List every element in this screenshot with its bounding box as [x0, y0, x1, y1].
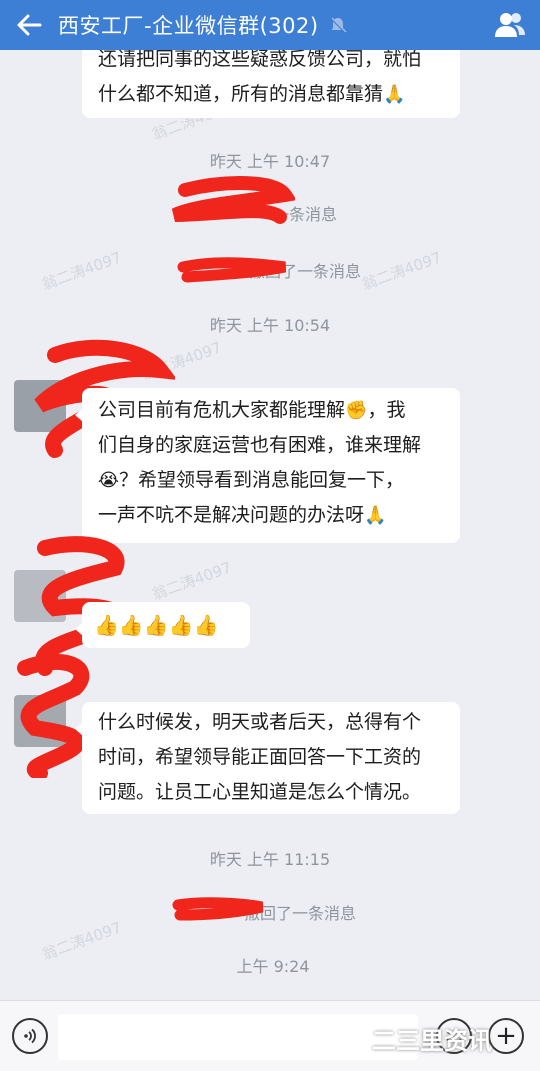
fist-emoji: ✊: [345, 400, 368, 421]
back-arrow-icon: [17, 14, 42, 36]
message-line: 什么时候发，明天或者后天，总得有个: [98, 711, 422, 733]
message-bubble[interactable]: 还请把同事的这些疑惑反馈公司，就怕 什么都不知道，所有的消息都靠猜🙏: [82, 50, 460, 118]
watermark: 翁二涛4097: [149, 558, 234, 604]
message-line: 公司目前有危机大家都能理解: [98, 399, 346, 421]
message-line: ？希望领导看到消息能回复一下，: [119, 469, 405, 491]
more-button[interactable]: +: [488, 1018, 524, 1054]
timestamp: 上午 9:24: [236, 957, 310, 976]
watermark: 翁二涛4097: [139, 338, 224, 384]
thumbs-up-emoji: 👍👍👍👍👍: [94, 613, 219, 637]
message-bubble[interactable]: 什么时候发，明天或者后天，总得有个 时间，希望领导能正面回答一下工资的 问题。让…: [75, 702, 460, 814]
pray-emoji: 🙏: [364, 505, 387, 526]
message-input[interactable]: [58, 1014, 418, 1060]
avatar[interactable]: [14, 570, 66, 622]
message-line: 时间，希望领导能正面回答一下工资的: [98, 746, 422, 768]
message-bubble[interactable]: 公司目前有危机大家都能理解✊，我 们自身的家庭运营也有困难，谁来理解 😭？希望领…: [75, 388, 460, 543]
plus-more-icon: +: [495, 1021, 517, 1051]
pray-emoji: 🙏: [383, 84, 406, 105]
message-line: 还请把同事的这些疑惑反馈公司，就怕: [98, 50, 422, 70]
timestamp: 昨天 上午 10:54: [209, 316, 331, 335]
input-bar: + 二三里资讯: [0, 1000, 540, 1071]
system-notice: 撤回了一条消息: [243, 904, 356, 923]
bell-muted-icon: [329, 16, 347, 34]
crying-emoji: 😭: [98, 470, 120, 491]
voice-button[interactable]: [12, 1018, 48, 1054]
message-line: 什么都不知道，所有的消息都靠猜: [98, 83, 384, 105]
avatar[interactable]: [14, 380, 66, 432]
message-list[interactable]: 翁二涛4097 翁二涛4097 翁二涛4097 翁二涛4097 翁二涛4097 …: [0, 50, 540, 995]
message-line: 们自身的家庭运营也有困难，谁来理解: [98, 434, 422, 456]
chat-title[interactable]: 西安工厂-企业微信群(302): [58, 10, 319, 40]
voice-input-icon: [24, 1028, 36, 1044]
group-members-button[interactable]: [494, 10, 526, 40]
emoji-button[interactable]: [436, 1018, 472, 1054]
avatar[interactable]: [14, 695, 66, 747]
group-members-icon: [495, 13, 525, 37]
message-line: 问题。让员工心里知道是怎么个情况。: [98, 781, 422, 803]
system-notice: 一条消息: [272, 205, 337, 224]
chat-header: 西安工厂-企业微信群(302): [0, 0, 540, 50]
emoji-smiley-icon: [446, 1030, 462, 1043]
message-bubble[interactable]: 👍👍👍👍👍: [75, 602, 250, 648]
timestamp: 昨天 上午 10:47: [209, 152, 331, 171]
message-line: ，我: [367, 399, 406, 421]
message-line: 一声不吭不是解决问题的办法呀: [98, 504, 365, 526]
system-notice: 撤回了一条消息: [248, 262, 361, 281]
timestamp: 昨天 上午 11:15: [209, 850, 331, 869]
back-button[interactable]: [0, 0, 58, 50]
